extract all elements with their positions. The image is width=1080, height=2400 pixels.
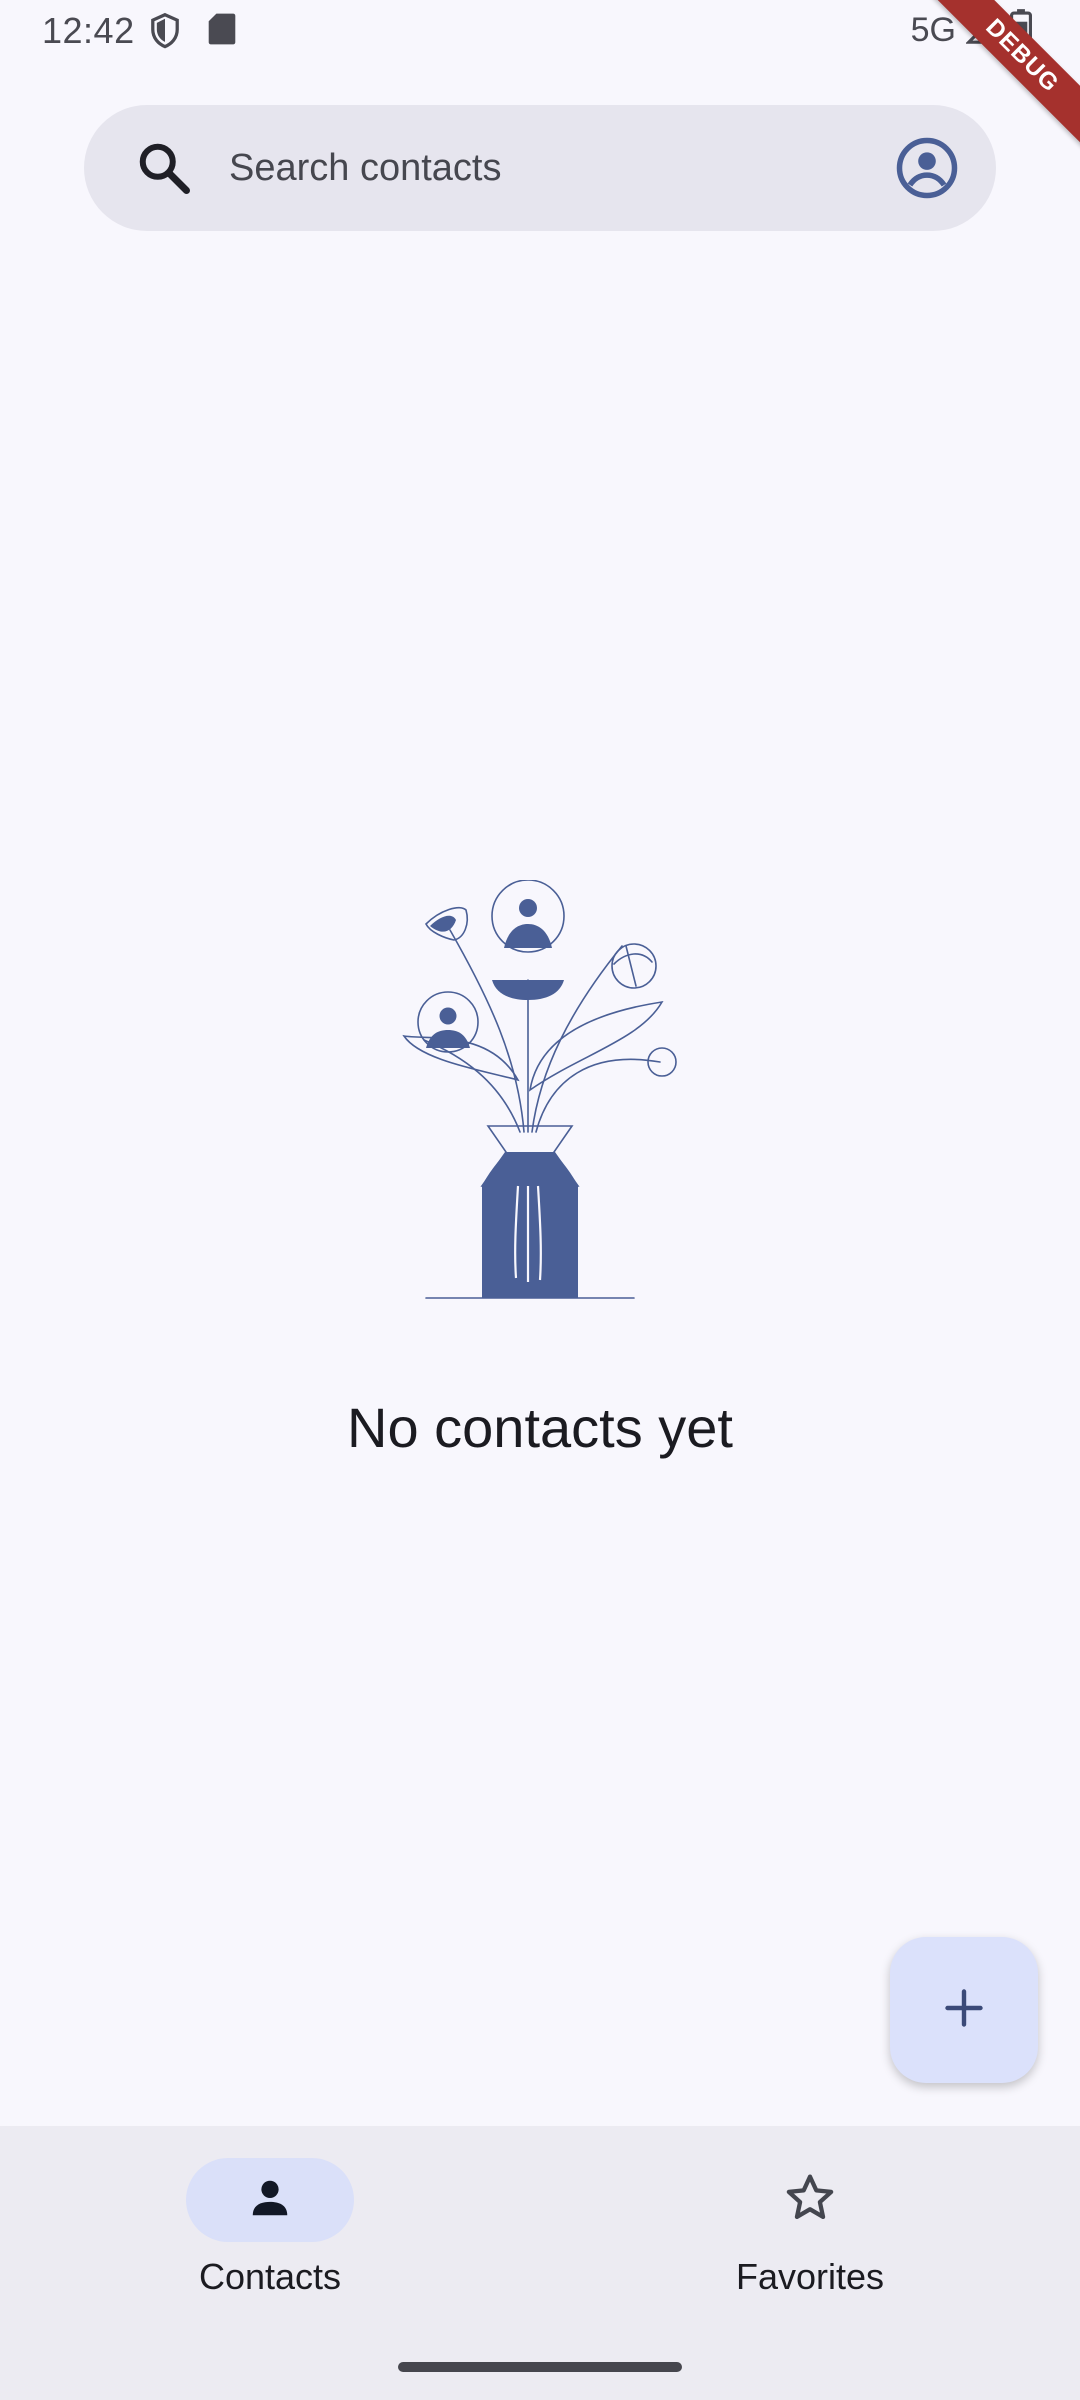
star-outline-icon [783,2171,837,2230]
nav-item-favorites[interactable]: Favorites [540,2126,1080,2326]
search-bar[interactable] [84,105,996,231]
search-icon [134,138,194,203]
search-input[interactable] [229,135,829,201]
empty-state-message: No contacts yet [347,1396,733,1459]
person-icon [247,2175,293,2226]
contacts-screen: 12:42 5G DEBUG Search contacts No contac… [0,0,1080,2400]
nav-label-contacts: Contacts [198,2256,342,2297]
flower-vase-illustration [390,879,690,1300]
sd-card-icon [208,12,236,51]
nav-item-contacts[interactable]: Contacts [0,2126,540,2326]
bottom-navigation: Contacts Favorites [0,2126,1080,2400]
status-time: 12:42 [42,10,135,51]
add-icon [942,1986,986,2035]
shield-icon [148,12,182,55]
account-circle-icon[interactable] [894,135,960,201]
home-indicator[interactable] [398,2362,682,2372]
nav-indicator-inactive [726,2158,894,2242]
nav-label-favorites: Favorites [735,2256,885,2297]
status-bar: 12:42 5G [0,0,1080,62]
add-contact-button[interactable] [890,1937,1038,2083]
nav-indicator [186,2158,354,2242]
